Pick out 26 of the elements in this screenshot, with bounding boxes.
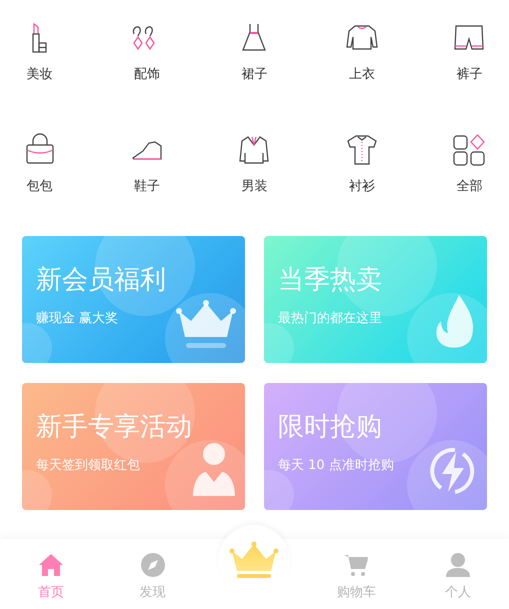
person-icon (191, 442, 237, 498)
category-label[interactable]: 衬衫 (348, 177, 375, 195)
cart-icon (343, 553, 370, 577)
category-grid-icon (451, 132, 488, 168)
category-label[interactable]: 配饰 (134, 65, 160, 83)
promo-subtitle: 每天 10 点准时抢购 (278, 457, 395, 474)
promo-title: 新手专享活动 (36, 411, 193, 444)
promo-subtitle: 赚现金 赢大奖 (36, 310, 120, 327)
crown-icon (229, 541, 280, 581)
category-label[interactable]: 裙子 (241, 65, 268, 83)
category-label[interactable]: 鞋子 (134, 177, 160, 195)
crown-icon (175, 299, 237, 351)
category-label[interactable]: 男装 (241, 177, 268, 195)
promo-title: 当季热卖 (278, 264, 383, 297)
promo-subtitle: 每天签到领取红包 (36, 457, 141, 474)
category-label[interactable]: 裤子 (456, 65, 482, 83)
home-icon (38, 553, 64, 577)
compass-icon (140, 553, 165, 577)
category-label[interactable]: 包包 (26, 177, 53, 195)
category-label[interactable]: 美妆 (26, 65, 53, 83)
promo-title: 限时抢购 (278, 411, 383, 444)
promo-subtitle: 最热门的都在这里 (278, 310, 383, 327)
person-icon (445, 553, 472, 577)
promo-title: 新会员福利 (36, 264, 167, 297)
category-label[interactable]: 上衣 (348, 65, 375, 83)
category-label[interactable]: 全部 (456, 177, 482, 195)
